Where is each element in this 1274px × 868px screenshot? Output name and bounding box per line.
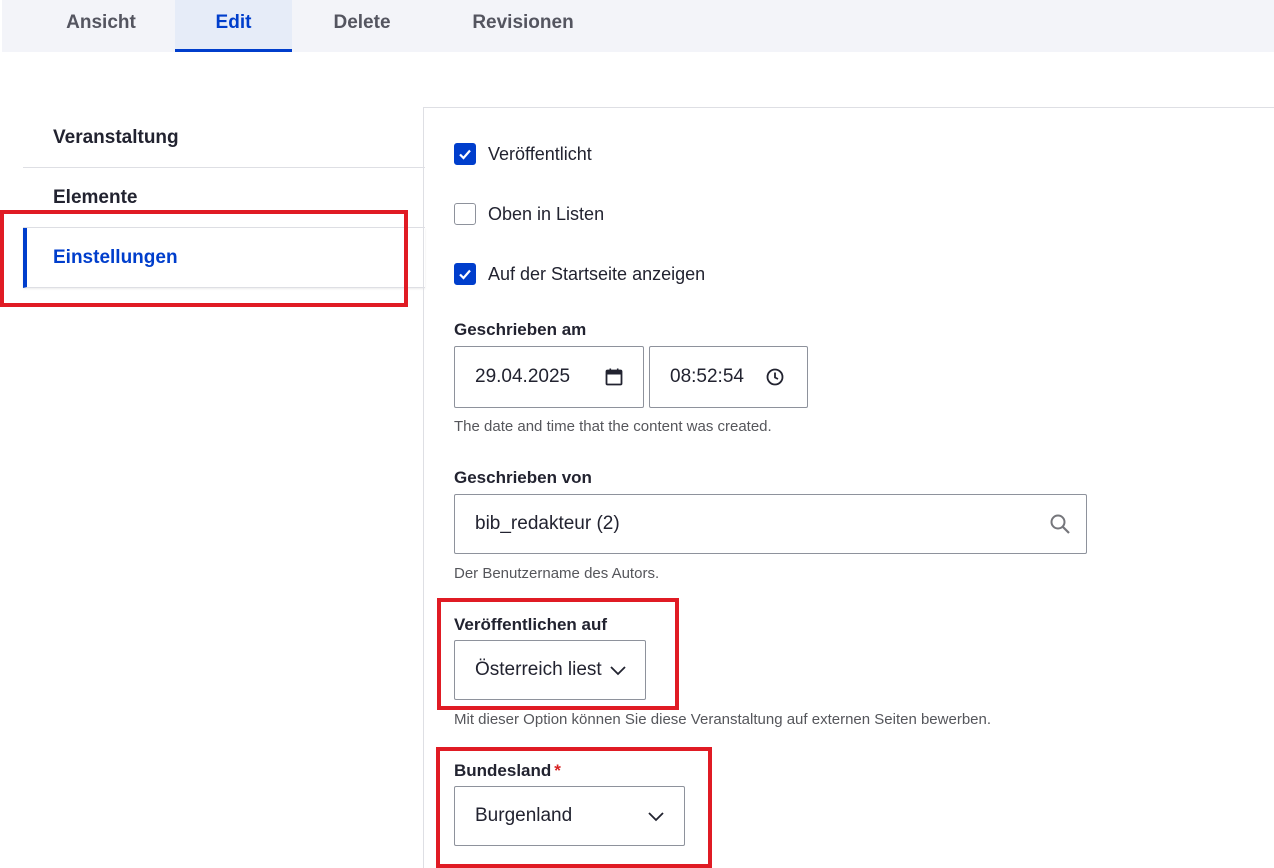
search-icon (1049, 513, 1071, 535)
created-label: Geschrieben am (454, 320, 587, 339)
created-time-input[interactable]: 08:52:54 (649, 346, 808, 408)
published-checkbox[interactable] (454, 143, 476, 165)
tab-ansicht[interactable]: Ansicht (31, 0, 171, 52)
promote-checkbox[interactable] (454, 263, 476, 285)
tab-edit[interactable]: Edit (175, 0, 292, 52)
published-checkbox-row[interactable]: Veröffentlicht (454, 141, 592, 167)
state-label-text: Bundesland (454, 761, 552, 780)
created-date-value: 29.04.2025 (475, 366, 571, 387)
created-time-value: 08:52:54 (670, 366, 744, 387)
local-tasks-tabbar: Ansicht Edit Delete Revisionen (0, 0, 1274, 52)
author-label: Geschrieben von (454, 468, 592, 487)
sidebar-item-einstellungen[interactable]: Einstellungen (23, 228, 425, 288)
vertical-tabs-menu: Veranstaltung Elemente Einstellungen (23, 108, 425, 288)
promote-label: Auf der Startseite anzeigen (488, 263, 706, 284)
required-marker: * (554, 761, 561, 780)
tab-delete[interactable]: Delete (302, 0, 422, 52)
created-description: The date and time that the content was c… (454, 418, 772, 435)
calendar-icon[interactable] (604, 367, 624, 387)
sticky-checkbox-row[interactable]: Oben in Listen (454, 201, 604, 227)
tab-revisionen[interactable]: Revisionen (442, 0, 604, 52)
chevron-down-icon (609, 661, 627, 679)
state-select[interactable]: Burgenland (454, 786, 685, 846)
publish-on-select[interactable]: Österreich liest (454, 640, 646, 700)
sticky-label: Oben in Listen (488, 203, 605, 224)
sidebar-item-veranstaltung[interactable]: Veranstaltung (23, 108, 425, 168)
state-value: Burgenland (475, 805, 573, 826)
sticky-checkbox[interactable] (454, 203, 476, 225)
author-description: Der Benutzername des Autors. (454, 565, 660, 582)
author-value: bib_redakteur (2) (475, 513, 620, 534)
check-icon (459, 269, 471, 280)
clock-icon[interactable] (765, 367, 785, 387)
check-icon (459, 149, 471, 160)
publish-on-label: Veröffentlichen auf (454, 615, 608, 634)
chevron-down-icon (647, 807, 665, 825)
published-label: Veröffentlicht (488, 143, 592, 164)
sidebar-item-elemente[interactable]: Elemente (23, 168, 425, 228)
created-date-input[interactable]: 29.04.2025 (454, 346, 644, 408)
author-autocomplete-input[interactable]: bib_redakteur (2) (454, 494, 1087, 554)
publish-on-value: Österreich liest (475, 659, 602, 680)
promote-checkbox-row[interactable]: Auf der Startseite anzeigen (454, 261, 705, 287)
publish-on-description: Mit dieser Option können Sie diese Veran… (454, 711, 992, 728)
state-label: Bundesland * (454, 761, 561, 781)
